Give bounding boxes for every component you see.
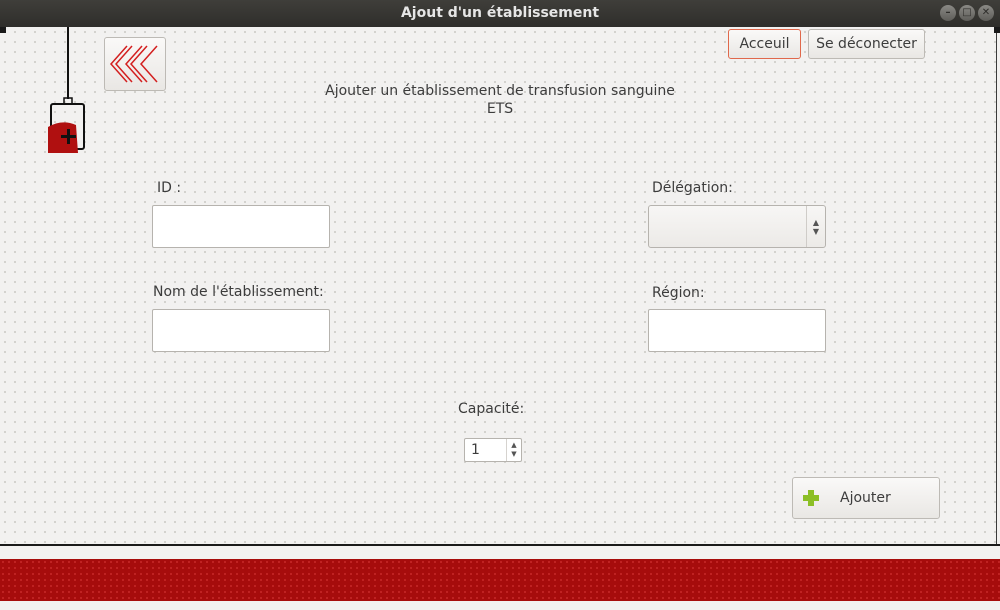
name-input[interactable] [152, 309, 330, 352]
divider [996, 27, 997, 545]
minimize-button[interactable]: – [940, 5, 956, 21]
region-input[interactable] [648, 309, 826, 352]
corner-marker [0, 27, 6, 33]
back-button[interactable] [104, 37, 166, 91]
footer-band [0, 559, 1000, 601]
delegation-select[interactable]: ▲ ▼ [648, 205, 826, 248]
window-controls: – □ ✕ [940, 5, 994, 21]
capacity-spinbox[interactable]: 1 ▲ ▼ [464, 438, 522, 462]
plus-icon [803, 490, 819, 506]
divider [0, 544, 1000, 546]
capacity-value: 1 [471, 442, 480, 458]
window-titlebar: Ajout d'un établissement – □ ✕ [0, 0, 1000, 27]
home-button[interactable]: Acceuil [728, 29, 801, 59]
id-label: ID : [157, 180, 182, 196]
blood-bag-icon [48, 27, 85, 153]
id-input[interactable] [152, 205, 330, 248]
region-label: Région: [652, 285, 705, 301]
window-title: Ajout d'un établissement [400, 5, 600, 21]
page-subtitle: ETS [486, 101, 514, 117]
logout-button[interactable]: Se déconecter [808, 29, 925, 59]
add-button-label: Ajouter [840, 490, 891, 506]
double-chevron-left-icon [109, 45, 158, 83]
maximize-button[interactable]: □ [959, 5, 975, 21]
spin-arrows-icon[interactable]: ▲ ▼ [506, 439, 521, 461]
delegation-label: Délégation: [652, 180, 733, 196]
corner-marker [994, 27, 1000, 33]
close-button[interactable]: ✕ [978, 5, 994, 21]
page-title: Ajouter un établissement de transfusion … [325, 83, 675, 99]
updown-arrows-icon: ▲ ▼ [806, 206, 825, 247]
name-label: Nom de l'établissement: [153, 284, 324, 300]
add-button[interactable]: Ajouter [792, 477, 940, 519]
capacity-label: Capacité: [458, 401, 525, 417]
